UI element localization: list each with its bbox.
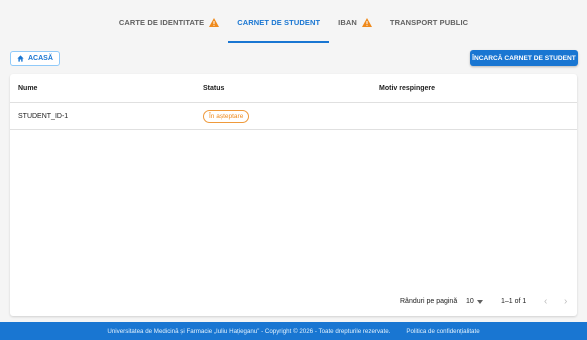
documents-table-card: Nume Status Motiv respingere STUDENT_ID-…: [10, 74, 577, 316]
tab-label: CARNET DE STUDENT: [237, 17, 321, 27]
table-header: Nume Status Motiv respingere: [10, 74, 577, 103]
tab-carnet-de-student[interactable]: CARNET DE STUDENT: [228, 0, 330, 44]
rows-per-page-value: 10: [466, 298, 474, 305]
chevron-down-icon: [476, 299, 483, 304]
row-status: În așteptare: [203, 103, 250, 129]
pagination-range: 1–1 of 1: [501, 298, 527, 305]
home-icon: [17, 55, 24, 62]
footer-copyright: Universitatea de Medicină și Farmacie „I…: [107, 327, 391, 335]
home-button-label: ACASĂ: [28, 55, 53, 62]
tab-label: CARTE DE IDENTITATE: [118, 17, 205, 27]
column-header-status[interactable]: Status: [203, 74, 224, 102]
tab-label: TRANSPORT PUBLIC: [389, 17, 469, 27]
privacy-policy-link[interactable]: Politica de confidențialitate: [406, 328, 479, 335]
previous-page-icon[interactable]: ‹: [544, 296, 547, 307]
tab-transport-public[interactable]: TRANSPORT PUBLIC: [381, 0, 477, 44]
tab-label: IBAN: [338, 17, 357, 27]
home-button[interactable]: ACASĂ: [10, 51, 60, 66]
column-header-rejection-reason[interactable]: Motiv respingere: [379, 74, 435, 102]
pagination: Rânduri pe pagină 10 1–1 of 1 ‹ ›: [10, 289, 577, 316]
next-page-icon[interactable]: ›: [564, 296, 567, 307]
tab-carte-de-identitate[interactable]: CARTE DE IDENTITATE: [110, 0, 228, 44]
row-name: STUDENT_ID-1: [18, 112, 69, 120]
warning-icon: [361, 17, 372, 27]
footer: Universitatea de Medicină și Farmacie „I…: [0, 322, 587, 340]
column-header-name[interactable]: Nume: [18, 74, 37, 102]
table-row[interactable]: STUDENT_ID-1 În așteptare: [10, 103, 577, 130]
document-tabs: CARTE DE IDENTITATE CARNET DE STUDENT IB…: [0, 0, 587, 44]
upload-student-card-button[interactable]: ÎNCARCĂ CARNET DE STUDENT: [470, 50, 578, 66]
tab-iban[interactable]: IBAN: [329, 0, 381, 44]
warning-icon: [209, 17, 220, 27]
status-badge: În așteptare: [203, 109, 250, 123]
rows-per-page-select[interactable]: 10: [466, 298, 483, 305]
rows-per-page-label: Rânduri pe pagină: [400, 298, 458, 305]
